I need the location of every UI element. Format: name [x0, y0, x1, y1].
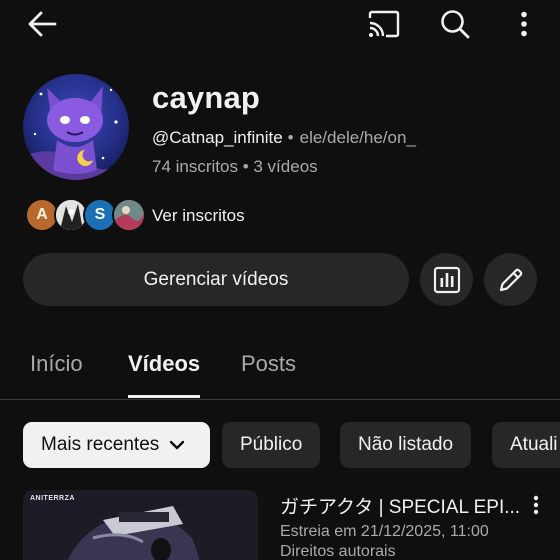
purple-cat-icon — [23, 74, 129, 180]
more-vertical-icon — [533, 495, 539, 515]
filter-chip-nao-listado[interactable]: Não listado — [340, 422, 472, 468]
subscriber-avatar-art-icon — [56, 200, 86, 230]
subscriber-avatar-art-icon — [114, 200, 144, 230]
bar-chart-icon — [433, 266, 460, 293]
chevron-down-icon — [170, 440, 185, 450]
top-app-bar — [0, 0, 560, 48]
thumbnail-channel-label: ANITERRZA — [30, 495, 75, 502]
channel-handle: @Catnap_infinite — [152, 128, 283, 147]
channel-tabs: Início Vídeos Posts — [0, 340, 560, 400]
cast-icon — [368, 10, 400, 38]
video-more-button[interactable] — [524, 492, 548, 518]
tab-videos[interactable]: Vídeos — [128, 351, 200, 377]
filter-chip-publico[interactable]: Público — [222, 422, 321, 468]
separator-dot: • — [287, 128, 294, 147]
more-vertical-icon — [521, 11, 527, 37]
pencil-icon — [499, 268, 522, 291]
view-subscribers-link[interactable]: Ver inscritos — [152, 206, 245, 226]
search-icon — [441, 10, 470, 39]
search-button[interactable] — [434, 6, 476, 42]
subscriber-avatar-letter: A — [36, 206, 48, 223]
tab-posts[interactable]: Posts — [241, 351, 296, 377]
sort-label: Mais recentes — [41, 434, 160, 455]
channel-stats: 74 inscritos • 3 vídeos — [152, 157, 318, 176]
channel-pronouns: ele/dele/he/on_ — [299, 128, 416, 147]
filter-chip-atualizados[interactable]: Atuali — [492, 422, 560, 468]
analytics-button[interactable] — [420, 253, 473, 306]
channel-avatar[interactable] — [23, 74, 129, 180]
video-premiere-date: Estreia em 21/12/2025, 11:00 — [280, 523, 489, 540]
manage-videos-button[interactable]: Gerenciar vídeos — [23, 253, 409, 306]
subscriber-avatar — [112, 198, 146, 232]
channel-name: caynap — [152, 80, 261, 115]
video-title[interactable]: ガチアクタ | SPECIAL EPI... — [280, 492, 520, 519]
cast-button[interactable] — [362, 6, 406, 42]
video-thumbnail[interactable]: ANITERRZA — [23, 490, 258, 560]
edit-channel-button[interactable] — [484, 253, 537, 306]
sort-dropdown-chip[interactable]: Mais recentes — [23, 422, 210, 468]
channel-handle-row: @Catnap_infinite • ele/dele/he/on_ — [152, 128, 416, 148]
tab-inicio[interactable]: Início — [30, 351, 83, 377]
back-button[interactable] — [22, 6, 62, 42]
arrow-left-icon — [28, 11, 57, 37]
active-tab-indicator — [128, 395, 200, 398]
video-copyright-status: Direitos autorais — [280, 543, 396, 560]
more-options-button[interactable] — [506, 6, 542, 42]
subscriber-avatar-letter: S — [94, 206, 106, 223]
